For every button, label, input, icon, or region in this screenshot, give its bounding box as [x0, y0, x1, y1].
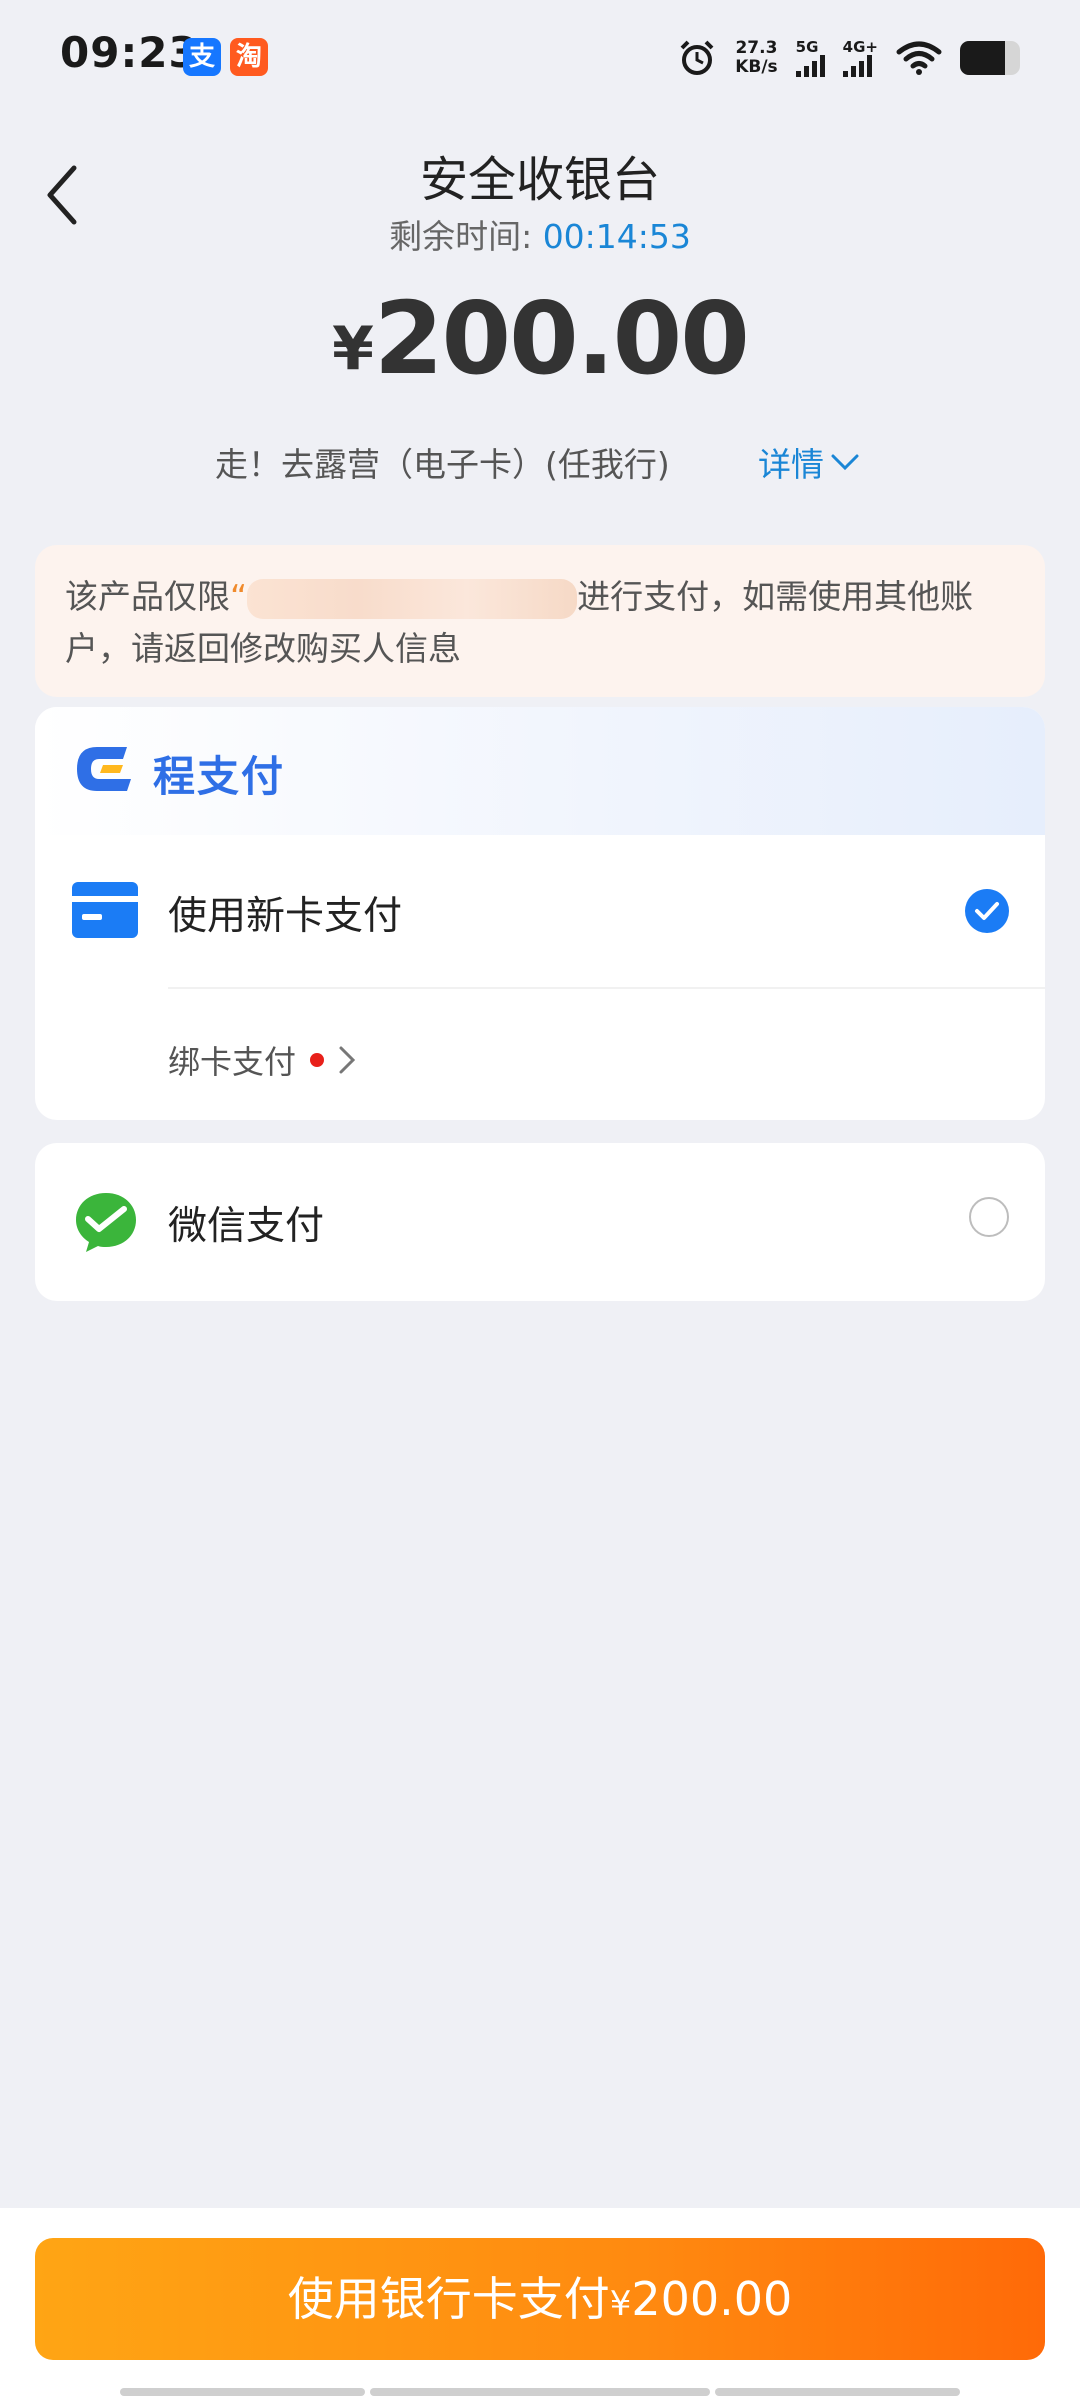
pay-with-bank-card-button[interactable]: 使用银行卡支付¥200.00: [35, 2238, 1045, 2360]
notice-quote-mark: “: [230, 577, 248, 616]
clock-time: 09:23: [60, 28, 199, 77]
nav-indicator-segment: [120, 2388, 365, 2396]
card-payment-section: 程支付 使用新卡支付 绑卡支付: [35, 707, 1045, 1120]
bind-card-link[interactable]: 绑卡支付: [168, 1037, 356, 1083]
nav-indicator-segment: [715, 2388, 960, 2396]
signal-5g-label: 5G: [795, 38, 819, 56]
battery-icon: [960, 41, 1020, 75]
pay-button-label: 使用银行卡支付: [287, 2272, 610, 2326]
wechat-pay-label: 微信支付: [168, 1204, 325, 1249]
brand-logo-icon: [77, 747, 131, 791]
new-card-option[interactable]: 使用新卡支付: [35, 835, 1045, 985]
brand-name: 程支付: [153, 752, 286, 801]
network-speed-value: 27.3: [735, 38, 778, 58]
alipay-notification-icon: 支: [183, 38, 221, 76]
countdown-timer: 剩余时间: 00:14:53: [0, 210, 1080, 258]
product-name: 走！去露营（电子卡）(任我行): [215, 445, 670, 484]
red-dot-badge: [310, 1053, 325, 1067]
account-restriction-notice: 该产品仅限“ 进行支付，如需使用其他账户，请返回修改购买人信息: [35, 545, 1045, 697]
bind-card-label: 绑卡支付: [168, 1043, 297, 1081]
details-toggle[interactable]: 详情: [758, 438, 860, 486]
notice-text-before: 该产品仅限: [65, 577, 230, 616]
amount-currency-symbol: ¥: [332, 314, 374, 384]
pay-button-amount: 200.00: [631, 2272, 793, 2326]
bank-card-icon: [72, 882, 138, 938]
page-title: 安全收银台: [419, 152, 660, 208]
timer-label: 剩余时间:: [389, 217, 543, 256]
signal-5g-icon: 5G: [795, 38, 825, 77]
wifi-icon: [896, 41, 942, 75]
payment-brand-header: 程支付: [35, 707, 1045, 835]
taobao-notification-icon: 淘: [230, 38, 268, 76]
signal-4g-label: 4G+: [842, 38, 878, 56]
signal-4g-icon: 4G+: [842, 38, 878, 77]
chevron-right-icon: [339, 1046, 356, 1074]
status-bar: 09:23 支 淘 27.3 KB/s 5G 4G+: [0, 0, 1080, 120]
wechat-pay-option[interactable]: 微信支付: [35, 1143, 1045, 1301]
pay-button-currency: ¥: [609, 2284, 632, 2324]
checkmark-selected-icon[interactable]: [965, 889, 1009, 933]
amount-value: 200.00: [373, 280, 750, 397]
wechat-pay-icon: [76, 1193, 136, 1252]
network-speed-unit: KB/s: [735, 57, 778, 77]
network-speed: 27.3 KB/s: [735, 39, 777, 77]
radio-unselected-icon[interactable]: [969, 1197, 1009, 1237]
details-label: 详情: [758, 445, 824, 484]
timer-value: 00:14:53: [542, 217, 691, 256]
new-card-label: 使用新卡支付: [168, 894, 403, 939]
redacted-account-name: [247, 578, 578, 619]
option-divider: [168, 987, 1045, 989]
alarm-icon: [680, 40, 714, 75]
chevron-down-icon: [831, 454, 859, 471]
nav-indicator-segment: [370, 2388, 710, 2396]
order-amount: ¥200.00: [0, 280, 1080, 397]
bottom-action-bar: 使用银行卡支付¥200.00: [0, 2208, 1080, 2400]
